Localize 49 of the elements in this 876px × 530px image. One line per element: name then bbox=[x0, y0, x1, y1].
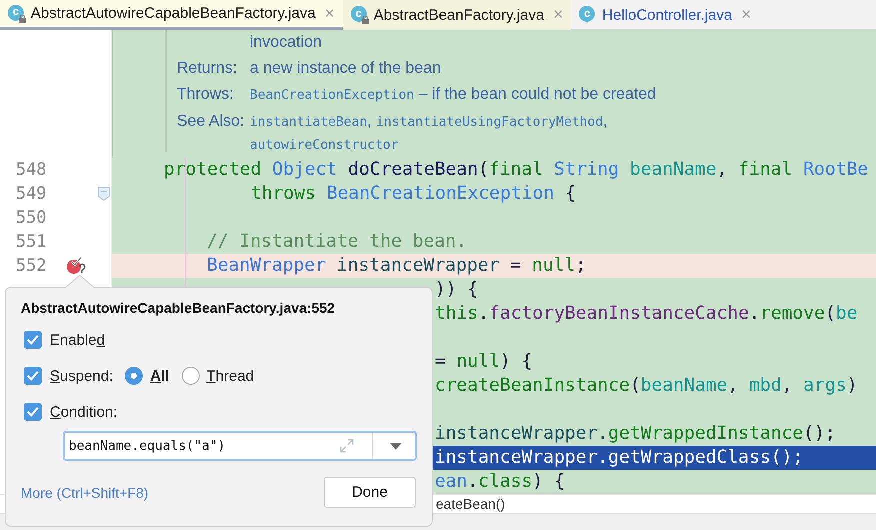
checkbox-label[interactable]: Suspend: bbox=[50, 368, 114, 384]
code-line: )) { bbox=[435, 278, 478, 302]
line-number: 549 bbox=[16, 183, 47, 206]
line-number: 550 bbox=[16, 207, 47, 230]
doc-text: invocation bbox=[250, 33, 322, 53]
doc-label: Returns: bbox=[176, 59, 238, 79]
condition-checkbox[interactable] bbox=[24, 403, 42, 421]
code-line: this.factoryBeanInstanceCache.remove(be bbox=[435, 302, 858, 326]
enabled-checkbox[interactable] bbox=[24, 331, 42, 349]
code-line: BeanWrapper instanceWrapper = null; bbox=[207, 254, 586, 278]
code-line: = null) { bbox=[435, 350, 533, 374]
expand-icon[interactable] bbox=[339, 438, 355, 454]
code-line: ean.class) { bbox=[435, 470, 566, 494]
editor-tab[interactable]: c AbstractBeanFactory.java × bbox=[342, 0, 572, 30]
doc-text: BeanCreationException – if the bean could not be created bbox=[250, 85, 656, 105]
suspend-checkbox[interactable] bbox=[24, 367, 42, 385]
code-line: // Instantiate the bean. bbox=[207, 230, 468, 254]
code-line: instanceWrapper.getWrappedInstance(); bbox=[435, 422, 836, 446]
dropdown-arrow-icon[interactable] bbox=[390, 443, 402, 450]
checkbox-label[interactable]: Condition: bbox=[50, 404, 118, 420]
radio-button[interactable] bbox=[125, 367, 144, 385]
code-line: protected Object doCreateBean(final String beanName, final RootBe bbox=[164, 158, 868, 182]
class-file-icon: c bbox=[579, 6, 598, 24]
code-line: instanceWrapper.getWrappedClass(); bbox=[435, 446, 804, 470]
code-line: throws BeanCreationException { bbox=[251, 182, 576, 206]
more-link[interactable]: More (Ctrl+Shift+F8) bbox=[21, 484, 149, 500]
radio-label[interactable]: All bbox=[150, 368, 170, 384]
line-number: 552 bbox=[16, 255, 47, 278]
line-number: 551 bbox=[16, 231, 47, 254]
radio-label[interactable]: Thread bbox=[206, 368, 254, 384]
class-file-icon: c bbox=[8, 4, 26, 22]
doc-text: instantiateBean, instantiateUsingFactoryMethod, bbox=[250, 112, 608, 132]
done-button[interactable]: Done bbox=[324, 477, 416, 508]
breadcrumb-item[interactable]: eateBean() bbox=[436, 496, 506, 512]
popup-title: AbstractAutowireCapableBeanFactory.java:552 bbox=[21, 300, 336, 318]
doc-text: autowireConstructor bbox=[250, 137, 400, 155]
editor-tab[interactable]: c HelloController.java × bbox=[571, 0, 760, 30]
conditional-breakpoint-icon[interactable] bbox=[66, 256, 88, 276]
class-file-icon: c bbox=[350, 6, 369, 24]
doc-label: See Also: bbox=[176, 112, 246, 132]
fold-icon[interactable] bbox=[98, 187, 110, 201]
doc-text: a new instance of the bean bbox=[250, 59, 442, 79]
editor-tab[interactable]: c AbstractAutowireCapableBeanFactory.java × bbox=[0, 0, 343, 30]
code-line: createBeanInstance(beanName, mbd, args) bbox=[435, 374, 858, 398]
condition-field[interactable]: beanName.equals("a") bbox=[63, 431, 417, 461]
radio-button[interactable] bbox=[182, 367, 200, 385]
checkbox-label[interactable]: Enabled bbox=[50, 332, 106, 348]
doc-label: Throws: bbox=[176, 85, 235, 105]
line-number: 548 bbox=[16, 159, 47, 182]
